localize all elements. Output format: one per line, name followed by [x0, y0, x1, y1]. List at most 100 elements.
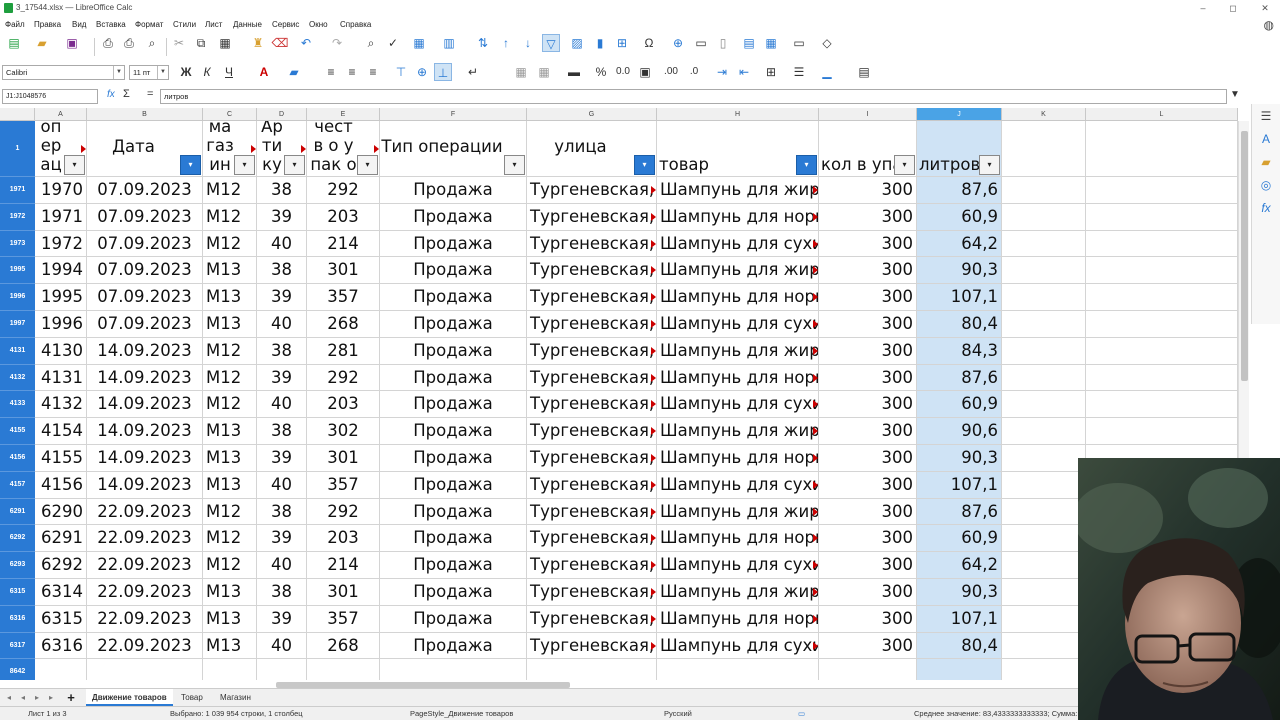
chevron-down-icon[interactable]: ▼: [113, 66, 124, 79]
grid-cell[interactable]: 6292: [35, 552, 87, 579]
grid-cell[interactable]: Продажа: [380, 579, 527, 606]
row-header[interactable]: 1: [0, 121, 35, 177]
sheet-tab-product[interactable]: Товар: [175, 689, 209, 706]
grid-cell[interactable]: 300: [819, 391, 917, 419]
row-header[interactable]: 8642: [0, 659, 35, 680]
delete-decimal-place-icon[interactable]: .0: [685, 63, 703, 81]
copy-icon[interactable]: ⧉: [192, 34, 210, 52]
grid-cell[interactable]: [1002, 659, 1086, 680]
grid-cell[interactable]: Шампунь для сухи: [657, 632, 819, 660]
headers-footers-icon[interactable]: ▯: [714, 34, 732, 52]
grid-cell[interactable]: 6315: [35, 605, 87, 633]
grid-cell[interactable]: 14.09.2023: [87, 418, 203, 445]
grid-cell[interactable]: 300: [819, 337, 917, 365]
grid-cell[interactable]: 300: [819, 605, 917, 633]
align-bottom-icon[interactable]: ⊥: [434, 63, 452, 81]
grid-cell[interactable]: [380, 659, 527, 680]
clear-formatting-icon[interactable]: ⌫: [271, 34, 289, 52]
grid-cell[interactable]: 300: [819, 364, 917, 392]
column-header-k[interactable]: K: [1002, 108, 1086, 121]
minimize-button[interactable]: –: [1188, 0, 1218, 16]
grid-cell[interactable]: 14.09.2023: [87, 471, 203, 499]
grid-cell[interactable]: Продажа: [380, 632, 527, 660]
grid-cell[interactable]: [307, 659, 380, 680]
grid-cell[interactable]: [527, 659, 657, 680]
grid-cell[interactable]: 300: [819, 203, 917, 231]
grid-cell[interactable]: [1002, 632, 1086, 660]
menu-styles[interactable]: Стили: [173, 16, 196, 34]
grid-cell[interactable]: M13: [203, 632, 257, 660]
next-sheet-icon[interactable]: ▸: [32, 691, 42, 705]
cut-icon[interactable]: ✂: [170, 34, 188, 52]
sum-icon[interactable]: Σ: [123, 88, 130, 100]
grid-cell[interactable]: 300: [819, 632, 917, 660]
autofilter-button[interactable]: ▾: [979, 155, 1000, 175]
grid-cell[interactable]: Шампунь для жирн: [657, 337, 819, 365]
grid-cell[interactable]: 22.09.2023: [87, 552, 203, 579]
grid-cell[interactable]: 38: [257, 337, 307, 365]
grid-cell[interactable]: Продажа: [380, 337, 527, 365]
grid-cell[interactable]: 300: [819, 284, 917, 311]
grid-cell[interactable]: 1994: [35, 257, 87, 285]
grid-cell[interactable]: M13: [203, 605, 257, 633]
grid-cell[interactable]: M12: [203, 177, 257, 204]
grid-cell[interactable]: [1002, 364, 1086, 392]
menu-file[interactable]: Файл: [5, 16, 25, 34]
grid-cell[interactable]: 60,9: [917, 525, 1002, 553]
grid-cell[interactable]: [35, 659, 87, 680]
autofilter-icon[interactable]: ▽: [542, 34, 560, 52]
grid-cell[interactable]: 203: [307, 391, 380, 419]
grid-cell[interactable]: [1086, 311, 1238, 338]
grid-cell[interactable]: 1970: [35, 177, 87, 204]
grid-cell[interactable]: 90,3: [917, 445, 1002, 472]
grid-cell[interactable]: 301: [307, 579, 380, 606]
sheet-tab-movement[interactable]: Движение товаров: [86, 689, 173, 706]
grid-cell[interactable]: Шампунь для сухи: [657, 552, 819, 579]
grid-cell[interactable]: 90,3: [917, 579, 1002, 606]
column-header-h[interactable]: H: [657, 108, 819, 121]
grid-cell[interactable]: 87,6: [917, 177, 1002, 204]
grid-cell[interactable]: 07.09.2023: [87, 177, 203, 204]
insert-chart-icon[interactable]: ▮: [591, 34, 609, 52]
spelling-icon[interactable]: ✓: [384, 34, 402, 52]
grid-cell[interactable]: 38: [257, 257, 307, 285]
first-sheet-icon[interactable]: ◂: [4, 691, 14, 705]
grid-cell[interactable]: 6314: [35, 579, 87, 606]
unmerge-cells-icon[interactable]: ▦: [535, 63, 553, 81]
center-vertically-icon[interactable]: ⊕: [413, 63, 431, 81]
show-draw-functions-icon[interactable]: ◇: [818, 34, 836, 52]
sort-ascending-icon[interactable]: ↑: [497, 34, 515, 52]
grid-cell[interactable]: Шампунь для сухи: [657, 311, 819, 338]
grid-cell[interactable]: [1086, 177, 1238, 204]
grid-cell[interactable]: 38: [257, 579, 307, 606]
align-right-icon[interactable]: ≡: [364, 63, 382, 81]
grid-cell[interactable]: 6291: [35, 525, 87, 553]
grid-cell[interactable]: [1002, 579, 1086, 606]
grid-cell[interactable]: M13: [203, 445, 257, 472]
column-header-g[interactable]: G: [527, 108, 657, 121]
grid-cell[interactable]: Шампунь для норм: [657, 284, 819, 311]
grid-cell[interactable]: M13: [203, 471, 257, 499]
grid-cell[interactable]: 4155: [35, 445, 87, 472]
grid-cell[interactable]: 90,3: [917, 257, 1002, 285]
row-header[interactable]: 4131: [0, 337, 35, 365]
navigator-icon[interactable]: ◎: [1258, 177, 1274, 193]
grid-cell[interactable]: [917, 659, 1002, 680]
grid-cell[interactable]: [1086, 364, 1238, 392]
grid-cell[interactable]: [1086, 391, 1238, 419]
font-size-box[interactable]: 11 пт ▼: [129, 65, 169, 80]
grid-cell[interactable]: 07.09.2023: [87, 203, 203, 231]
column-header-f[interactable]: F: [380, 108, 527, 121]
grid-cell[interactable]: Тургеневская, 9: [527, 257, 657, 285]
grid-cell[interactable]: 300: [819, 498, 917, 526]
grid-cell[interactable]: 107,1: [917, 471, 1002, 499]
grid-cell[interactable]: Шампунь для сухи: [657, 391, 819, 419]
sheet-tab-store[interactable]: Магазин: [214, 689, 257, 706]
special-character-icon[interactable]: Ω: [640, 34, 658, 52]
grid-cell[interactable]: 80,4: [917, 632, 1002, 660]
grid-cell[interactable]: 300: [819, 471, 917, 499]
row-header[interactable]: 6315: [0, 579, 35, 606]
grid-cell[interactable]: Тургеневская, 9: [527, 471, 657, 499]
column-header-a[interactable]: A: [35, 108, 87, 121]
grid-cell[interactable]: [1002, 525, 1086, 553]
